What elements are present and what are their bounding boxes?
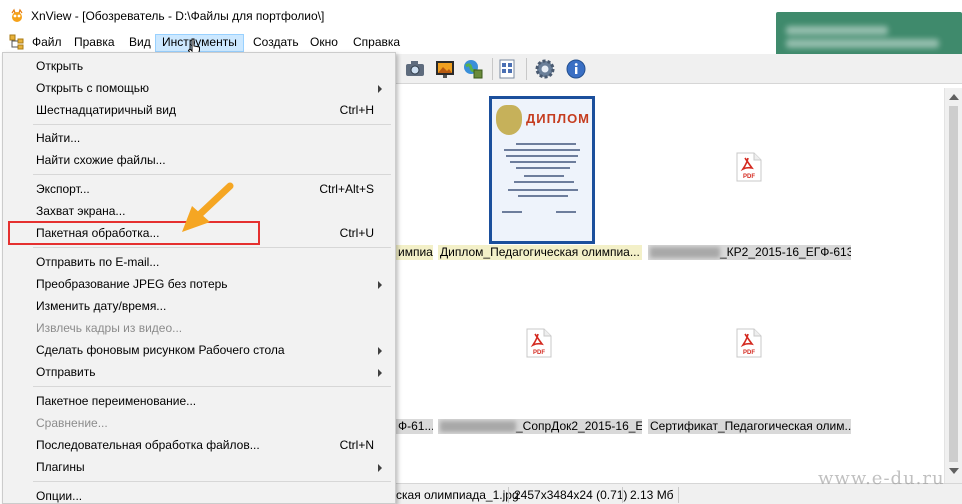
menu-item-extract-frames: Извлечь кадры из видео...: [36, 321, 183, 335]
status-filename: ская олимпиада_1.jpg: [396, 488, 519, 502]
submenu-arrow-icon: [378, 347, 382, 355]
toolbar-separator: [526, 58, 527, 80]
menu-bar: Файл Правка Вид Инструменты Создать Окно…: [0, 32, 775, 52]
file-caption[interactable]: Сертификат_Педагогическая олим...: [648, 419, 851, 434]
menu-view[interactable]: Вид: [123, 34, 157, 52]
menu-separator: [33, 386, 391, 387]
watermark: www.e-du.ru: [818, 468, 945, 489]
menu-separator: [33, 124, 391, 125]
status-size: 2.13 Мб: [630, 488, 674, 502]
status-divider: [622, 487, 623, 503]
scroll-up-arrow-icon[interactable]: [949, 94, 959, 100]
submenu-arrow-icon: [378, 85, 382, 93]
toolbar: [396, 54, 962, 84]
menu-item-plugins[interactable]: Плагины: [4, 456, 394, 478]
file-caption-selected[interactable]: Диплом_Педагогическая олимпиа...: [438, 245, 642, 260]
menu-window[interactable]: Окно: [304, 34, 344, 52]
diploma-title: ДИПЛОМ: [526, 111, 591, 126]
menu-item-compare: Сравнение...: [36, 416, 108, 430]
xnview-logo-icon: [11, 8, 23, 22]
emblem-icon: [496, 105, 522, 135]
menu-separator: [33, 247, 391, 248]
file-browser: ДИПЛОМ PDF PDF PDF импиа Диплом_Педагоги…: [396, 88, 944, 483]
menu-item-open-with[interactable]: Открыть с помощью: [4, 77, 394, 99]
menu-file[interactable]: Файл: [26, 34, 68, 52]
menu-item-hex-view[interactable]: Шестнадцатиричный вид Ctrl+H: [4, 99, 394, 121]
settings-gear-icon[interactable]: [534, 58, 556, 80]
menu-item-sequential-processing[interactable]: Последовательная обработка файлов... Ctrl…: [4, 434, 394, 456]
menu-item-jpeg-lossless[interactable]: Преобразование JPEG без потерь: [4, 273, 394, 295]
blurred-text: [650, 247, 720, 259]
menu-item-change-date[interactable]: Изменить дату/время...: [4, 295, 394, 317]
submenu-arrow-icon: [378, 464, 382, 472]
camera-icon[interactable]: [404, 58, 426, 80]
info-icon[interactable]: [565, 58, 587, 80]
notification-blurred-content: [786, 22, 956, 56]
file-caption[interactable]: _КР2_2015-16_ЕГФ-613...: [648, 245, 851, 260]
diploma-paper: ДИПЛОМ: [492, 99, 592, 241]
pdf-file-icon[interactable]: PDF: [736, 152, 762, 182]
menu-item-open[interactable]: Открыть: [4, 55, 394, 77]
slideshow-icon[interactable]: [434, 58, 456, 80]
diploma-thumbnail[interactable]: ДИПЛОМ: [489, 96, 595, 244]
menu-help[interactable]: Справка: [347, 34, 406, 52]
file-caption[interactable]: _СопрДок2_2015-16_Е...: [438, 419, 642, 434]
status-dimensions: 2457x3484x24 (0.71): [514, 488, 628, 502]
menu-item-batch-rename[interactable]: Пакетное переименование...: [4, 390, 394, 412]
scrollbar-thumb[interactable]: [949, 106, 958, 462]
toolbar-separator: [492, 58, 493, 80]
menu-item-options[interactable]: Опции...: [4, 485, 394, 504]
file-caption[interactable]: Ф-61...: [396, 419, 433, 434]
svg-text:PDF: PDF: [533, 350, 545, 356]
menu-separator: [33, 481, 391, 482]
menu-item-send-email[interactable]: Отправить по E-mail...: [4, 251, 394, 273]
menu-separator: [33, 174, 391, 175]
tools-dropdown-menu: Открыть Открыть с помощью Шестнадцатирич…: [2, 52, 396, 504]
menu-item-find-similar[interactable]: Найти схожие файлы...: [4, 149, 394, 171]
window-title: XnView - [Обозреватель - D:\Файлы для по…: [31, 9, 325, 23]
contact-sheet-icon[interactable]: [496, 58, 518, 80]
pdf-file-icon[interactable]: PDF: [736, 328, 762, 358]
annotation-arrow-icon: [182, 182, 234, 232]
status-divider: [678, 487, 679, 503]
menu-item-find[interactable]: Найти...: [4, 127, 394, 149]
pdf-file-icon[interactable]: PDF: [526, 328, 552, 358]
menu-item-send[interactable]: Отправить: [4, 361, 394, 383]
menu-edit[interactable]: Правка: [68, 34, 121, 52]
vertical-scrollbar[interactable]: [944, 88, 962, 483]
svg-text:PDF: PDF: [743, 350, 755, 356]
submenu-arrow-icon: [378, 281, 382, 289]
menu-create[interactable]: Создать: [247, 34, 305, 52]
tree-view-icon[interactable]: [9, 34, 25, 50]
scroll-down-arrow-icon[interactable]: [949, 468, 959, 474]
submenu-arrow-icon: [378, 369, 382, 377]
web-export-icon[interactable]: [462, 58, 484, 80]
xnview-window: XnView - [Обозреватель - D:\Файлы для по…: [0, 0, 962, 504]
blurred-text: [440, 421, 516, 433]
status-divider: [508, 487, 509, 503]
menu-item-set-wallpaper[interactable]: Сделать фоновым рисунком Рабочего стола: [4, 339, 394, 361]
svg-text:PDF: PDF: [743, 174, 755, 180]
file-caption[interactable]: импиа...: [396, 245, 433, 260]
